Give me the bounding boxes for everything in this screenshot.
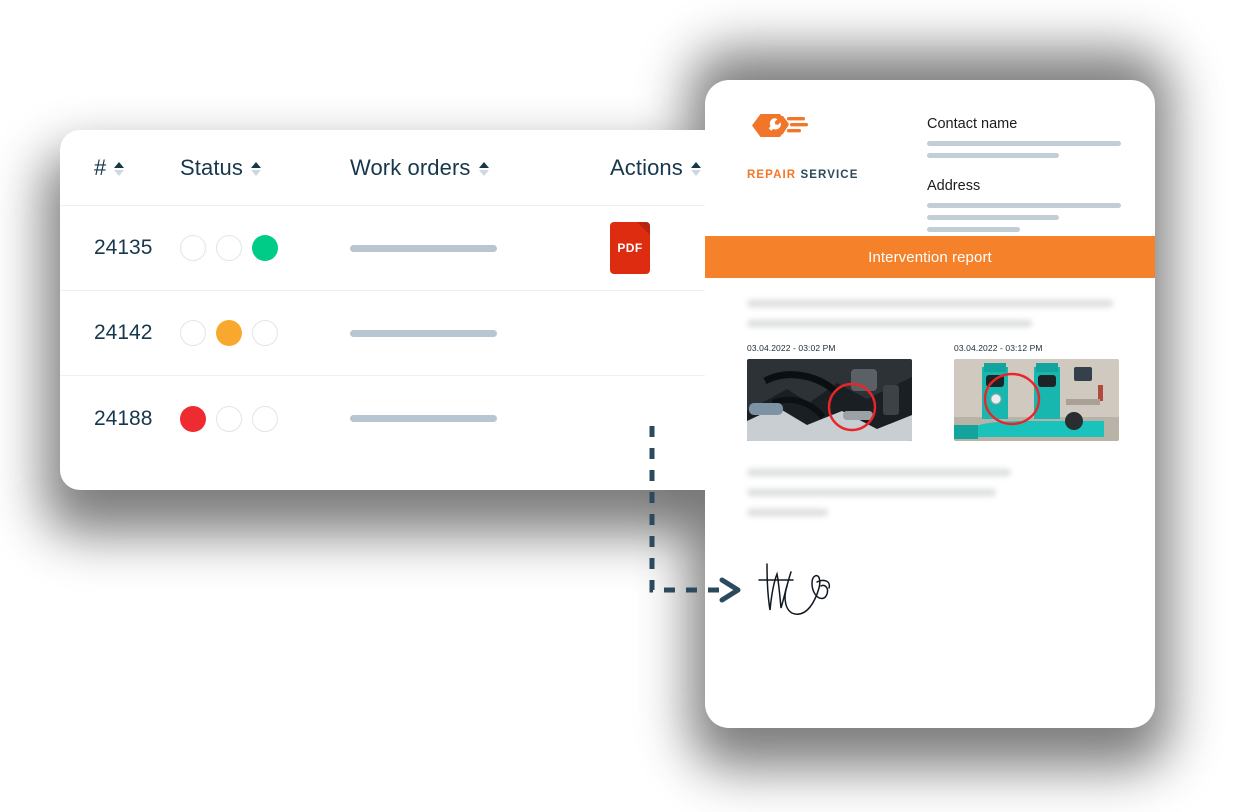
placeholder-line (927, 141, 1121, 146)
work-order-cell (350, 244, 610, 252)
engine-bay-photo[interactable] (747, 359, 912, 441)
status-dot-amber[interactable] (216, 320, 242, 346)
column-header-number-label: # (94, 154, 107, 180)
status-dot-red[interactable] (180, 235, 206, 261)
repair-service-logo-icon (752, 114, 808, 137)
placeholder-line (927, 227, 1021, 232)
screenshot-stage: # Status Work orders Actions 24135 PDF 2… (0, 0, 1236, 812)
sort-toggle-icon[interactable] (250, 160, 261, 176)
pdf-label: PDF (617, 241, 643, 255)
closing-paragraph (747, 469, 1113, 516)
column-header-work-orders[interactable]: Work orders (350, 155, 610, 181)
row-id: 24188 (94, 406, 153, 430)
blurred-text-line (747, 489, 996, 496)
status-dot-amber[interactable] (216, 235, 242, 261)
sort-toggle-icon[interactable] (690, 160, 701, 176)
document-header: REPAIR SERVICE Contact name Address (705, 80, 1155, 236)
row-id: 24142 (94, 321, 153, 344)
pump-room-photo[interactable] (954, 359, 1119, 441)
pdf-file-icon[interactable]: PDF (610, 222, 650, 274)
signature-block (753, 558, 1113, 625)
table-row[interactable]: 24142 (60, 291, 728, 376)
handwritten-signature-icon (758, 563, 831, 615)
placeholder-line (927, 203, 1121, 208)
table-row[interactable]: 24135 PDF (60, 206, 728, 291)
status-dot-amber[interactable] (216, 405, 242, 432)
work-order-placeholder-bar (350, 244, 497, 252)
photo-timestamp: 03.04.2022 - 03:02 PM (747, 343, 836, 353)
column-header-work-orders-label: Work orders (350, 154, 471, 180)
column-header-number[interactable]: # (60, 155, 180, 181)
blurred-text-line (747, 509, 828, 516)
work-order-placeholder-bar (350, 415, 497, 422)
work-order-placeholder-bar (350, 329, 497, 337)
sort-toggle-icon[interactable] (114, 160, 125, 176)
photo-item: 03.04.2022 - 03:02 PM (747, 343, 912, 441)
placeholder-line (927, 215, 1059, 220)
status-dot-green[interactable] (252, 405, 278, 432)
column-header-status[interactable]: Status (180, 155, 350, 181)
blurred-text-line (747, 300, 1113, 307)
intervention-report-banner: Intervention report (705, 236, 1155, 278)
brand-block: REPAIR SERVICE (747, 112, 927, 226)
photo-timestamp: 03.04.2022 - 03:12 PM (954, 343, 1043, 353)
table-row[interactable]: 24188 (60, 376, 728, 461)
intervention-report-document: REPAIR SERVICE Contact name Address Inte… (705, 80, 1155, 728)
status-dot-red[interactable] (180, 320, 206, 346)
work-order-cell (350, 329, 610, 337)
status-indicator-group[interactable] (180, 235, 350, 261)
brand-word-secondary: SERVICE (800, 169, 859, 181)
status-dot-green[interactable] (252, 235, 278, 261)
pdf-fold-corner (637, 222, 650, 235)
work-orders-table-card: # Status Work orders Actions 24135 PDF 2… (60, 130, 728, 490)
photo-evidence-grid: 03.04.2022 - 03:02 PM 03.04.2022 - 03:12… (747, 343, 1119, 441)
placeholder-line (927, 153, 1059, 158)
blurred-text-line (747, 469, 1011, 476)
intro-paragraph (747, 300, 1113, 327)
table-header-row: # Status Work orders Actions (60, 130, 728, 206)
row-id: 24135 (94, 236, 153, 259)
banner-title: Intervention report (868, 248, 992, 266)
status-dot-red[interactable] (180, 405, 206, 432)
column-header-status-label: Status (180, 154, 243, 180)
field-contact-name: Contact name (927, 116, 1121, 158)
column-header-actions-label: Actions (610, 154, 683, 180)
status-indicator-group[interactable] (180, 320, 350, 346)
field-address: Address (927, 178, 1121, 232)
photo-item: 03.04.2022 - 03:12 PM (954, 343, 1119, 441)
field-label-address: Address (927, 178, 981, 194)
contact-fields: Contact name Address (927, 112, 1121, 232)
sort-toggle-icon[interactable] (478, 160, 489, 176)
document-body: 03.04.2022 - 03:02 PM 03.04.2022 - 03:12… (705, 278, 1155, 625)
brand-wordmark: REPAIR SERVICE (747, 169, 927, 181)
field-label-contact-name: Contact name (927, 116, 1018, 132)
status-dot-green[interactable] (252, 320, 278, 346)
blurred-text-line (747, 320, 1033, 327)
brand-word-primary: REPAIR (747, 169, 797, 181)
status-indicator-group[interactable] (180, 405, 350, 432)
work-order-cell (350, 415, 610, 422)
